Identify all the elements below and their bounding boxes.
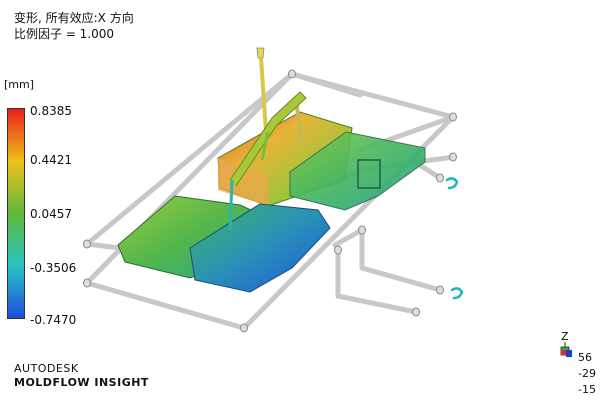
view-axis-triad xyxy=(560,342,572,357)
view-value-2: -29 xyxy=(578,367,596,380)
model-viewport[interactable] xyxy=(0,0,600,400)
brand-moldflow: MOLDFLOW INSIGHT xyxy=(14,376,149,389)
brand-autodesk: AUTODESK xyxy=(14,362,79,375)
axis-z-label: Z xyxy=(561,330,569,343)
view-value-1: 56 xyxy=(578,351,592,364)
injection-inlet-markers xyxy=(445,177,464,300)
view-value-3: -15 xyxy=(578,383,596,396)
